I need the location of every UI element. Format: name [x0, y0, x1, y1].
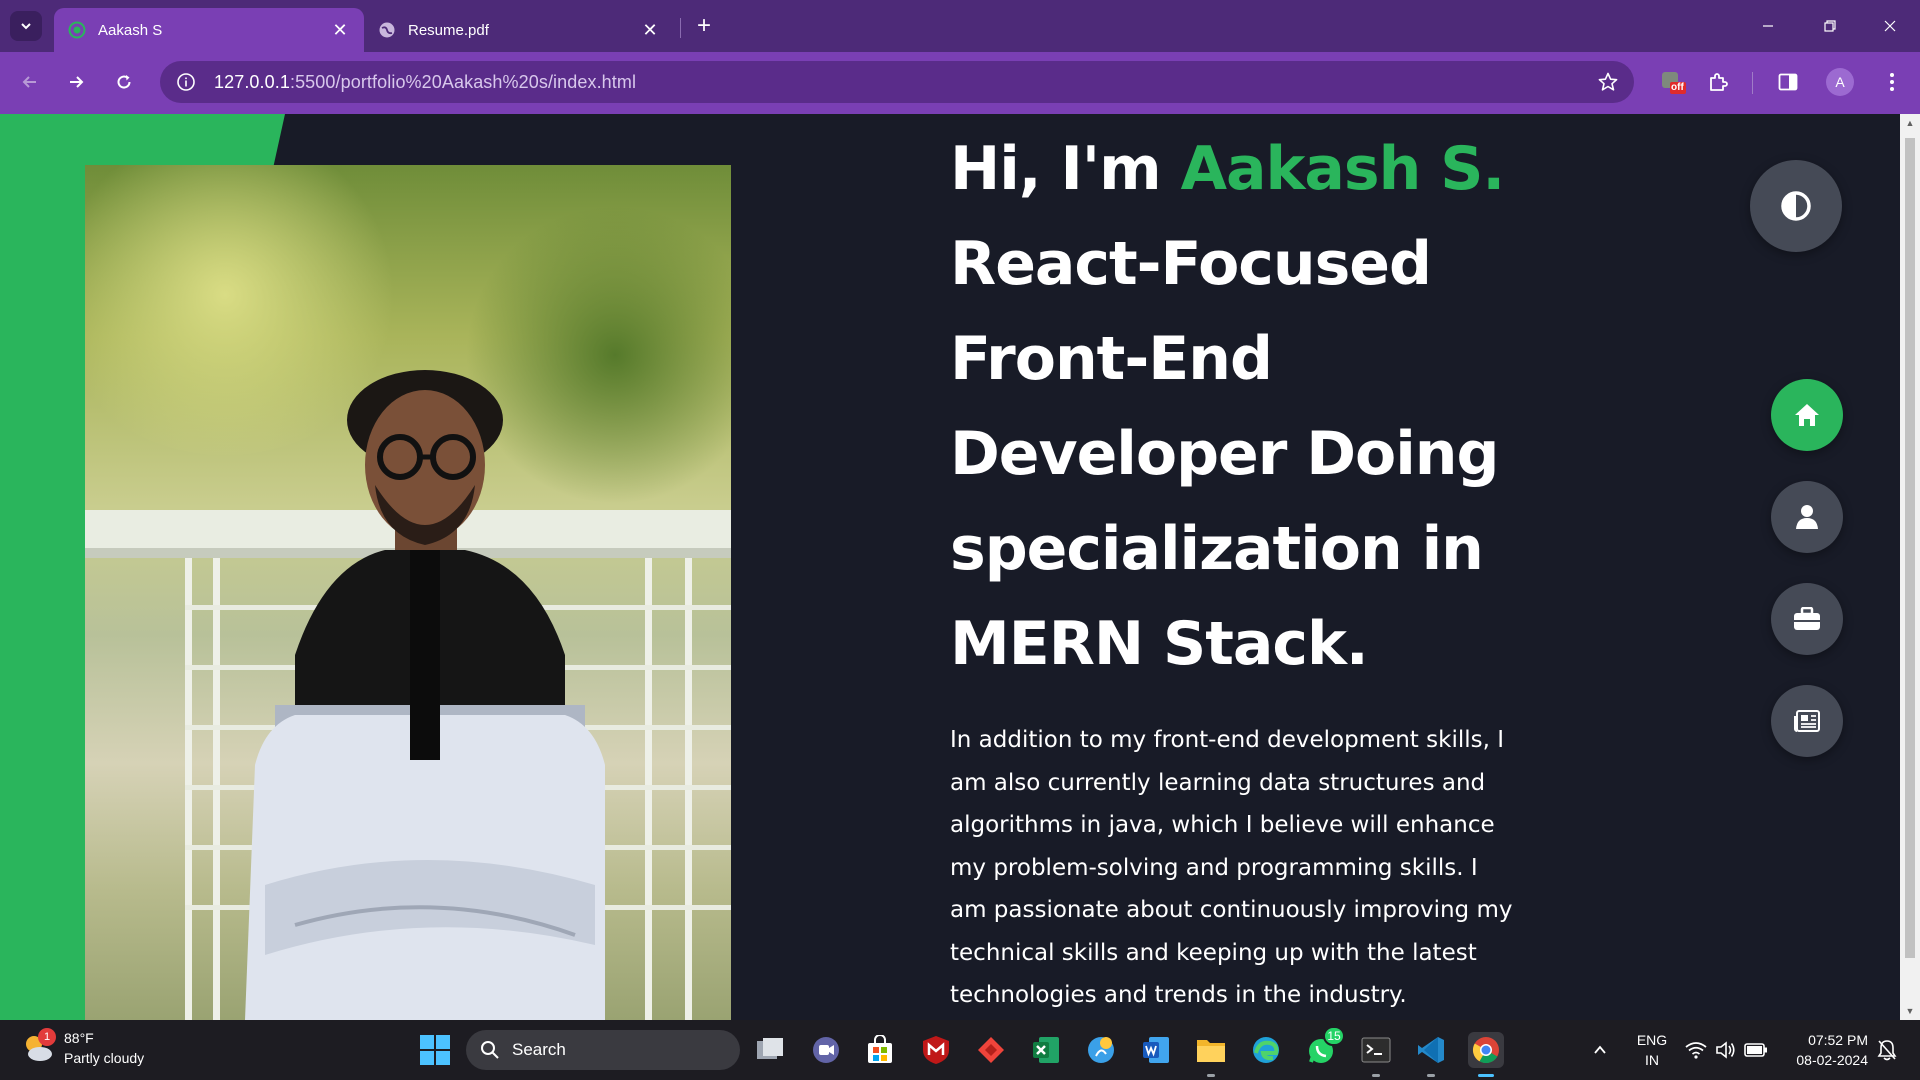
- arrow-left-icon: [22, 76, 36, 88]
- extensions-puzzle-icon[interactable]: [1702, 66, 1734, 98]
- chrome-icon[interactable]: [1468, 1032, 1504, 1077]
- mcafee-icon[interactable]: [918, 1032, 954, 1068]
- task-view-icon[interactable]: [752, 1032, 788, 1068]
- notification-bell-icon[interactable]: [1872, 1032, 1902, 1068]
- user-icon: [1796, 505, 1818, 529]
- tips-icon[interactable]: [1083, 1032, 1119, 1068]
- briefcase-icon: [1794, 607, 1820, 630]
- hero-title-line: MERN Stack.: [950, 609, 1369, 679]
- tab-aakash-s[interactable]: Aakash S ✕: [54, 8, 364, 52]
- reload-icon: [117, 75, 131, 89]
- hero-heading: Hi, I'm Aakash S. React-Focused Front-En…: [950, 122, 1510, 692]
- tab-resume-pdf[interactable]: Resume.pdf ✕: [364, 8, 674, 52]
- tab-strip: Aakash S ✕ Resume.pdf ✕ +: [0, 0, 1920, 52]
- home-icon: [1795, 404, 1819, 426]
- weather-desc: Partly cloudy: [64, 1050, 145, 1066]
- tab-search-button[interactable]: [10, 11, 42, 41]
- theme-toggle-button[interactable]: [1750, 160, 1842, 252]
- weather-widget[interactable]: 1 88°F Partly cloudy: [20, 1028, 144, 1068]
- hero-title-line: React-Focused: [950, 229, 1432, 299]
- taskbar-search[interactable]: Search: [466, 1030, 740, 1070]
- side-panel-icon[interactable]: [1772, 66, 1804, 98]
- arrow-right-icon: [70, 76, 84, 88]
- profile-photo: [85, 165, 731, 1020]
- chevron-up-icon[interactable]: [1585, 1032, 1615, 1068]
- hero-title-line: specialization in: [950, 514, 1484, 584]
- tab-separator: [680, 18, 681, 38]
- vscode-icon[interactable]: [1413, 1032, 1449, 1077]
- windows-logo-icon: [420, 1035, 450, 1065]
- site-favicon-icon: [68, 21, 86, 39]
- hero-title-line: Front-End: [950, 324, 1273, 394]
- globe-icon: [378, 21, 396, 39]
- word-icon[interactable]: [1138, 1032, 1174, 1068]
- weather-badge: 1: [38, 1028, 56, 1046]
- close-window-button[interactable]: [1870, 8, 1910, 44]
- whatsapp-badge: 15: [1323, 1026, 1345, 1046]
- teams-meet-icon[interactable]: [808, 1032, 844, 1068]
- toolbar-divider: [1752, 72, 1753, 94]
- hero-title-line: Developer Doing: [950, 419, 1499, 489]
- extension-badge: off: [1671, 82, 1684, 93]
- language-indicator[interactable]: ENG IN: [1632, 1030, 1672, 1070]
- search-placeholder: Search: [512, 1040, 566, 1059]
- bookmark-star-icon[interactable]: [1596, 70, 1620, 94]
- windows-start-button[interactable]: [419, 1034, 451, 1066]
- edge-icon[interactable]: [1248, 1032, 1284, 1068]
- partly-cloudy-icon: 1: [20, 1028, 56, 1066]
- battery-icon[interactable]: [1742, 1032, 1770, 1068]
- anydesk-icon[interactable]: [973, 1032, 1009, 1068]
- chevron-down-icon: [21, 23, 31, 30]
- site-info-icon[interactable]: [174, 70, 198, 94]
- newspaper-icon: [1794, 710, 1820, 732]
- reload-button[interactable]: [106, 64, 142, 100]
- nav-home-button[interactable]: [1771, 379, 1843, 451]
- excel-icon[interactable]: [1028, 1032, 1064, 1068]
- scroll-up-icon[interactable]: ▲: [1905, 118, 1915, 128]
- profile-avatar[interactable]: A: [1824, 66, 1856, 98]
- nav-blog-button[interactable]: [1771, 685, 1843, 757]
- nav-portfolio-button[interactable]: [1771, 583, 1843, 655]
- page-scrollbar[interactable]: ▲ ▼: [1900, 114, 1920, 1020]
- terminal-icon[interactable]: [1358, 1032, 1394, 1077]
- extension-off-icon[interactable]: off: [1656, 66, 1688, 98]
- whatsapp-icon[interactable]: 15: [1303, 1026, 1345, 1068]
- address-bar[interactable]: 127.0.0.1:5500/portfolio%20Aakash%20s/in…: [160, 61, 1634, 103]
- microsoft-store-icon[interactable]: [862, 1032, 898, 1068]
- search-icon: [480, 1040, 500, 1060]
- scrollbar-thumb[interactable]: [1905, 138, 1915, 958]
- hero-paragraph: In addition to my front-end development …: [950, 727, 1513, 1008]
- windows-taskbar: 1 88°F Partly cloudy Search 15 ENG IN 07…: [0, 1020, 1920, 1080]
- greeting-text: Hi, I'm: [950, 134, 1181, 204]
- system-clock[interactable]: 07:52 PM 08-02-2024: [1782, 1030, 1868, 1070]
- wifi-icon[interactable]: [1682, 1032, 1710, 1068]
- scroll-down-icon[interactable]: ▼: [1905, 1006, 1915, 1016]
- weather-temp: 88°F: [64, 1030, 94, 1046]
- url-text: 127.0.0.1:5500/portfolio%20Aakash%20s/in…: [214, 71, 637, 92]
- back-button[interactable]: [12, 64, 48, 100]
- volume-icon[interactable]: [1712, 1032, 1740, 1068]
- file-explorer-icon[interactable]: [1193, 1032, 1229, 1077]
- more-menu-icon[interactable]: [1876, 66, 1908, 98]
- hero-name: Aakash S.: [1180, 134, 1506, 204]
- close-icon[interactable]: ✕: [330, 20, 350, 40]
- contrast-icon: [1781, 191, 1811, 221]
- nav-about-button[interactable]: [1771, 481, 1843, 553]
- portfolio-page: Hi, I'm Aakash S. React-Focused Front-En…: [0, 114, 1900, 1020]
- minimize-button[interactable]: [1748, 8, 1788, 44]
- close-icon[interactable]: ✕: [640, 20, 660, 40]
- tab-title: Resume.pdf: [408, 21, 489, 39]
- forward-button[interactable]: [58, 64, 94, 100]
- tab-title: Aakash S: [98, 21, 163, 39]
- new-tab-button[interactable]: +: [690, 12, 718, 40]
- restore-button[interactable]: [1810, 8, 1850, 44]
- browser-toolbar: 127.0.0.1:5500/portfolio%20Aakash%20s/in…: [0, 52, 1920, 114]
